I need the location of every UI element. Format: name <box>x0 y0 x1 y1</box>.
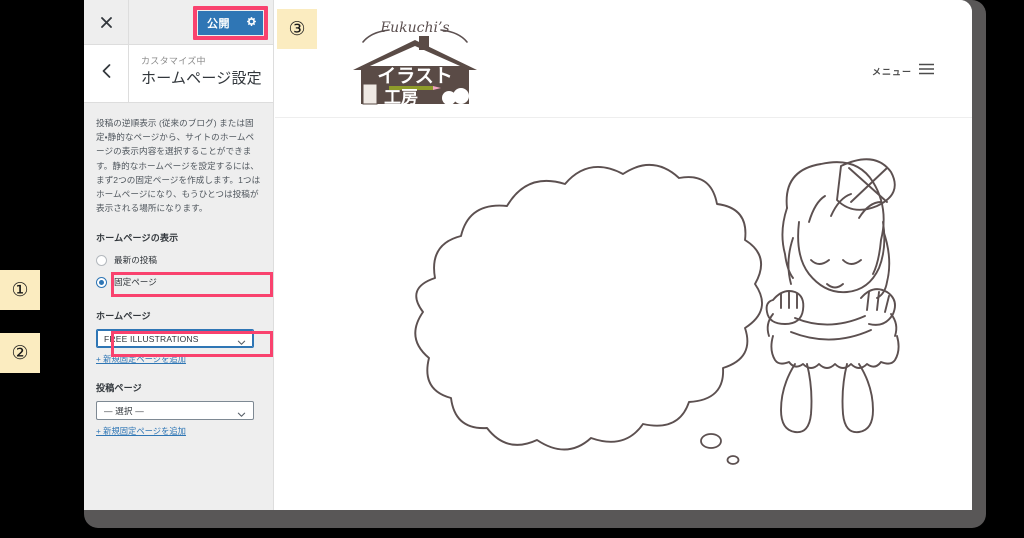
panel-header-text: カスタマイズ中 ホームページ設定 <box>129 45 273 102</box>
svg-text:工房: 工房 <box>384 88 418 107</box>
posts-page-select-value: — 選択 — <box>104 405 144 416</box>
site-logo[interactable]: Fukuchi’s イラスト 工房 <box>345 10 485 110</box>
display-section-label: ホームページの表示 <box>96 233 179 244</box>
publish-button[interactable]: 公開 <box>198 11 239 35</box>
posts-page-section-label: 投稿ページ <box>96 383 142 394</box>
hamburger-menu-icon <box>919 62 934 80</box>
page-title: ホームページ設定 <box>141 70 262 87</box>
site-preview: Fukuchi’s イラスト 工房 メニュー <box>275 0 972 510</box>
customizer-sidebar: 公開 カスタマイズ中 ホームページ設定 投稿の逆順表示 (従来のブログ) または… <box>84 0 274 510</box>
annotation-1: ① <box>0 270 40 310</box>
panel-header: カスタマイズ中 ホームページ設定 <box>84 45 273 103</box>
girl-with-thought-bubble-illustration <box>414 158 900 465</box>
back-button[interactable] <box>84 45 129 102</box>
customizer-topbar: 公開 <box>84 0 273 45</box>
thought-bubble-icon <box>414 163 763 451</box>
panel-eyebrow: カスタマイズ中 <box>141 56 206 66</box>
radio-label: 最新の投稿 <box>114 255 157 266</box>
annotation-1-label: ① <box>11 278 29 301</box>
girl-resting-chin-icon <box>765 158 900 434</box>
browser-viewport: 公開 カスタマイズ中 ホームページ設定 投稿の逆順表示 (従来のブログ) または… <box>84 0 972 510</box>
chevron-down-icon <box>237 334 246 346</box>
site-header: Fukuchi’s イラスト 工房 メニュー <box>275 0 972 118</box>
svg-text:イラスト: イラスト <box>377 66 453 87</box>
radio-latest-posts[interactable]: 最新の投稿 <box>96 251 261 269</box>
svg-text:Fukuchi’s: Fukuchi’s <box>379 20 449 36</box>
chevron-down-icon <box>237 406 246 418</box>
panel-body: 投稿の逆順表示 (従来のブログ) または固定・静的なページから、サイトのホームペ… <box>84 103 273 439</box>
homepage-illustration <box>275 118 972 509</box>
screenshot-root: 公開 カスタマイズ中 ホームページ設定 投稿の逆順表示 (従来のブログ) または… <box>0 0 1024 538</box>
nav-menu-label: メニュー <box>871 66 912 77</box>
radio-indicator <box>96 276 107 288</box>
gear-icon <box>246 14 257 32</box>
add-new-page-link-posts[interactable]: + 新規固定ページを追加 <box>96 425 186 437</box>
annotation-2-label: ② <box>11 341 29 364</box>
close-button[interactable] <box>84 0 129 44</box>
homepage-select[interactable]: FREE ILLUSTRATIONS <box>96 329 254 349</box>
chevron-left-icon <box>102 64 111 83</box>
radio-indicator <box>96 254 107 266</box>
panel-description: 投稿の逆順表示 (従来のブログ) または固定・静的なページから、サイトのホームペ… <box>96 118 261 214</box>
publish-highlight-box: 公開 <box>193 6 268 40</box>
annotation-2: ② <box>0 333 40 373</box>
publish-settings-button[interactable] <box>239 11 263 35</box>
radio-static-page[interactable]: 固定ページ <box>96 273 261 291</box>
add-new-page-link-homepage[interactable]: + 新規固定ページを追加 <box>96 353 186 365</box>
close-x-icon <box>100 16 112 28</box>
house-logo-icon: Fukuchi’s イラスト 工房 <box>353 20 477 107</box>
publish-area: 公開 <box>193 6 268 40</box>
annotation-3-label: ③ <box>288 17 306 40</box>
homepage-section-label: ホームページ <box>96 311 151 322</box>
posts-page-select[interactable]: — 選択 — <box>96 401 254 421</box>
homepage-select-value: FREE ILLUSTRATIONS <box>104 333 199 344</box>
annotation-3: ③ <box>277 9 317 49</box>
radio-label: 固定ページ <box>114 277 157 288</box>
nav-menu-toggle[interactable]: メニュー <box>872 62 934 80</box>
